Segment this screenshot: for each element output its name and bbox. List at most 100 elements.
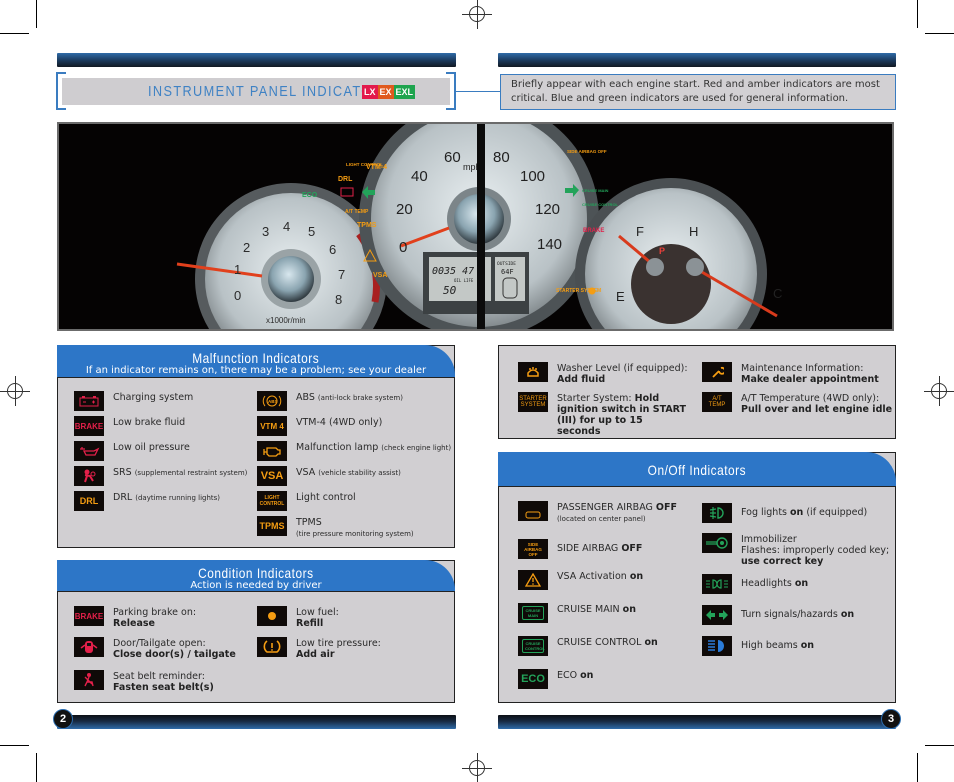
item-label: Seat belt reminder: Fasten seat belt(s) [113,670,214,693]
malfunction-title: Malfunction Indicators [192,350,320,366]
light-control-text-icon: LIGHT CONTROL [257,491,287,511]
lamp-brake: BRAKE [583,228,604,234]
lcd-outside-temp: 64F [501,268,514,276]
item-label: Light control [296,492,356,503]
srs-airbag-icon [74,466,104,486]
item-label: Headlights on [741,574,808,589]
list-item: ABS ABS (anti-lock brake system) [257,391,403,411]
label-main: Washer Level (if equipped): [557,363,688,374]
cruise-control-icon: CRUISE CONTROL [518,636,548,656]
turn-signal-icon [702,605,732,625]
list-item: PASSENGER AIRBAG OFF (located on center p… [518,501,677,525]
label-main: TPMS [296,517,322,528]
intro-text: Briefly appear with each engine start. R… [500,74,896,110]
label-main: CRUISE MAIN [557,604,623,615]
wrench-icon [702,362,732,382]
malfunction-subtitle: If an indicator remains on, there may be… [85,365,427,376]
side-airbag-off-text-icon: SIDE AIRBAG OFF [518,539,548,559]
label-main: ABS [296,392,315,403]
label-main: High beams [741,640,801,651]
page-number-left: 2 [53,709,73,729]
label-note: (tire pressure monitoring system) [296,530,414,538]
list-item: Immobilizer Flashes: improperly coded key… [702,533,889,567]
instrument-cluster-photo: 0 1 2 3 4 5 6 7 8 x1000r/min 0 20 40 60 … [57,122,894,331]
list-item: Low tire pressure: Add air [257,637,381,660]
fog-light-icon [702,503,732,523]
tach-unit: x1000r/min [266,316,306,325]
low-fuel-icon [257,606,287,626]
lamp-drl: DRL [338,176,353,183]
item-label: SIDE AIRBAG OFF [557,539,642,554]
condition-title: Condition Indicators [198,565,314,581]
page-number-right: 3 [881,709,901,729]
speed-tick-label: 0 [399,239,407,256]
speed-tick-label: 20 [396,201,413,218]
tpms-text-icon: TPMS [257,516,287,536]
label-state: OFF [655,502,677,513]
list-item: Fog lights on (if equipped) [702,503,867,523]
footer-bar-left [57,715,456,729]
list-item: Headlights on [702,574,808,594]
onoff-title: On/Off Indicators [647,462,747,478]
list-item: Seat belt reminder: Fasten seat belt(s) [74,670,214,693]
label-state: on [800,640,815,651]
lamp-starter: STARTER SYSTEM [556,288,601,294]
list-item: VTM 4 VTM-4 (4WD only) [257,416,382,436]
fuel-empty-label: E [616,289,625,304]
lamp-cruise-main: CRUISE MAIN [582,188,609,193]
list-item: BRAKE Parking brake on: Release [74,606,196,629]
lamp-eco: ECO [302,192,318,199]
label-state: on [580,670,594,681]
vsa-text-icon: VSA [257,466,287,486]
label-main: Turn signals/hazards [741,609,841,620]
list-item: Malfunction lamp (check engine light) [257,441,451,461]
list-item: STARTER SYSTEM Starter System: Hold igni… [518,392,687,437]
label-main: DRL [113,492,133,503]
lamp-vtm4: VTM-4 [366,164,387,171]
temp-cold-label: C [773,286,782,301]
vsa-activation-icon [518,570,548,590]
speed-tick-label: 80 [493,149,510,166]
item-label: CRUISE CONTROL on [557,636,658,648]
item-label: Washer Level (if equipped): Add fluid [557,362,688,385]
label-main: Low fuel: [296,607,339,618]
battery-icon [74,391,104,411]
oil-can-icon [74,441,104,461]
crop-mark [925,745,954,746]
item-label: VTM-4 (4WD only) [296,417,383,428]
speed-tick-label: 60 [444,149,461,166]
label-note: (anti-lock brake system) [317,394,403,402]
label-main: SIDE AIRBAG [557,543,622,554]
item-label: Charging system [113,392,194,403]
malfunction-header: Malfunction Indicators If an indicator r… [57,345,455,378]
abs-icon-text: ABS [268,399,278,404]
cruise-main-icon: CRUISE MAIN [518,603,548,623]
crop-mark [36,753,37,782]
header-bar-left [57,53,456,67]
list-item: LIGHT CONTROL Light control [257,491,356,511]
label-state: on [644,637,658,648]
label-state: on [622,604,636,615]
label-main: Seat belt reminder: [113,671,205,682]
speed-tick-label: 40 [411,168,428,185]
label-main: Maintenance Information: [741,363,864,374]
fuel-full-label: F [636,224,644,239]
label-main: Fog lights [741,507,791,518]
label-main: Headlights [741,578,795,589]
lcd-oil-value: 50 [443,284,457,297]
item-label: ECO on [557,669,593,681]
list-item: TPMS TPMS (tire pressure monitoring syste… [257,516,414,540]
gear-p: P [659,246,665,256]
label-main: CRUISE CONTROL [557,637,645,648]
label-state: on [790,507,804,518]
label-state: on [794,578,809,589]
page-gutter [477,124,485,329]
check-engine-icon [257,441,287,461]
label-action: use correct key [741,556,824,567]
list-item: SRS (supplemental restraint system) [74,466,247,486]
item-label: Low brake fluid [113,417,186,428]
lamp-battery-icon [340,187,354,197]
list-item: High beams on [702,636,814,656]
crop-mark [917,0,918,28]
speed-tick-label: 100 [520,168,545,185]
